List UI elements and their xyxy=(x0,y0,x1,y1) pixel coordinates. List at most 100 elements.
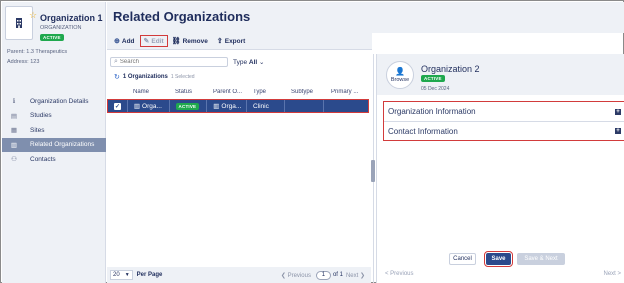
table-row[interactable]: ✓ ▥ Orga... ACTIVE ▥ Orga... Clinic xyxy=(107,99,369,113)
save-button[interactable]: Save xyxy=(484,251,513,267)
page-title: Related Organizations xyxy=(113,9,251,24)
building-icon xyxy=(16,18,22,28)
sidebar-item-related-organizations[interactable]: ▥ Related Organizations xyxy=(2,137,106,152)
detail-next-button[interactable]: Next > xyxy=(603,271,621,277)
scrollbar-thumb[interactable] xyxy=(371,160,375,182)
org-name: Organization 1 xyxy=(40,13,103,23)
header-parent[interactable]: Parent O... xyxy=(207,89,247,95)
status-badge: ACTIVE xyxy=(175,102,200,110)
previous-page-button[interactable]: ❮ Previous xyxy=(281,272,311,279)
type-filter[interactable]: Type All ⌄ xyxy=(233,58,264,66)
edit-button[interactable]: ✎ Edit xyxy=(139,35,168,47)
plus-circle-icon: ⊕ xyxy=(114,38,120,45)
header-subtype[interactable]: Subtype xyxy=(285,89,325,95)
cell-type: Clinic xyxy=(247,100,285,112)
cell-name-text: Orga... xyxy=(142,102,162,110)
edit-label: Edit xyxy=(151,37,164,45)
sidebar-item-label: Organization Details xyxy=(30,97,89,105)
sidebar-item-organization-details[interactable]: ℹ Organization Details xyxy=(2,94,106,108)
sidebar-item-studies[interactable]: ▤ Studies xyxy=(2,109,106,123)
section-title: Organization Information xyxy=(388,107,476,116)
export-button[interactable]: ⇪ Export xyxy=(214,35,248,47)
previous-label: Previous xyxy=(287,272,311,279)
app-window: ☆ Organization 1 ORGANIZATION ACTIVE Par… xyxy=(0,0,624,283)
main-content: Related Organizations ⊕ Add ✎ Edit ⛓ Rem… xyxy=(107,2,624,283)
sidebar-item-label: Sites xyxy=(30,126,45,134)
browse-avatar-button[interactable]: 👤 Browse xyxy=(386,61,414,89)
next-page-button[interactable]: Next ❯ xyxy=(346,272,365,279)
selection-summary: ↻ 1 Organizations 1 Selected xyxy=(114,73,195,81)
cell-subtype xyxy=(285,100,325,112)
sidebar: ☆ Organization 1 ORGANIZATION ACTIVE Par… xyxy=(2,2,106,283)
expand-plus-icon[interactable]: + xyxy=(615,128,621,134)
detail-previous-button[interactable]: < Previous xyxy=(385,271,414,277)
search-icon: ⌕ xyxy=(114,58,118,65)
sidebar-item-contacts[interactable]: ⚇ Contacts xyxy=(2,152,106,166)
chevron-left-icon: ❮ xyxy=(280,272,286,279)
page-of-label: of 1 xyxy=(332,272,343,278)
org-type: ORGANIZATION xyxy=(40,25,82,31)
section-organization-information[interactable]: Organization Information + xyxy=(384,102,624,121)
sidebar-item-label: Related Organizations xyxy=(30,141,95,148)
chevron-right-icon: ❯ xyxy=(359,272,365,279)
org-count: 1 Organizations xyxy=(122,74,168,80)
type-filter-label: Type xyxy=(233,59,248,66)
detail-panel: 👤 Browse Organization 2 ACTIVE 05 Dec 20… xyxy=(376,54,624,283)
row-checkbox[interactable]: ✓ xyxy=(114,102,121,110)
search-input[interactable] xyxy=(119,59,220,65)
toolbar: ⊕ Add ✎ Edit ⛓ Remove ⇪ Export xyxy=(107,33,372,50)
sidebar-item-sites[interactable]: ▦ Sites xyxy=(2,123,106,137)
export-label: Export xyxy=(224,37,246,45)
sidebar-item-label: Studies xyxy=(30,112,52,119)
detail-sections: Organization Information + Contact Infor… xyxy=(383,101,624,141)
org-parent: Parent: 1.3 Therapeutics xyxy=(7,49,68,55)
pagination: 20 ▼ Per Page ❮ Previous 1 of 1 Next ❯ xyxy=(107,267,371,283)
cell-parent: ▥ Orga... xyxy=(207,100,247,112)
organizations-table: Name Status Parent O... Type Subtype Pri… xyxy=(107,86,369,113)
header-status[interactable]: Status xyxy=(169,89,207,95)
export-icon: ⇪ xyxy=(216,38,223,45)
unlink-icon: ⛓ xyxy=(171,38,181,45)
save-next-button[interactable]: Save & Next xyxy=(517,253,565,265)
remove-button[interactable]: ⛓ Remove xyxy=(169,35,211,47)
browse-label: Browse xyxy=(390,77,410,83)
sites-icon: ▦ xyxy=(10,127,18,134)
chevron-down-icon: ⌄ xyxy=(259,59,265,66)
next-label: Next xyxy=(345,272,359,279)
building-icon: ▥ xyxy=(10,141,18,149)
section-title: Contact Information xyxy=(388,126,458,136)
per-page-label: Per Page xyxy=(136,272,163,278)
selected-count: 1 Selected xyxy=(170,74,195,80)
row-select-cell: ✓ xyxy=(108,100,128,112)
cell-name: ▥ Orga... xyxy=(128,100,170,112)
star-icon[interactable]: ☆ xyxy=(29,10,37,21)
detail-date: 05 Dec 2024 xyxy=(421,86,450,92)
refresh-icon[interactable]: ↻ xyxy=(114,73,120,81)
header-primary[interactable]: Primary ... xyxy=(325,89,369,95)
org-card: ☆ Organization 1 ORGANIZATION ACTIVE xyxy=(5,6,105,46)
table-header: Name Status Parent O... Type Subtype Pri… xyxy=(107,86,369,97)
detail-header: 👤 Browse Organization 2 ACTIVE 05 Dec 20… xyxy=(377,54,624,95)
sidebar-item-label: Contacts xyxy=(30,155,56,163)
info-icon: ℹ xyxy=(12,98,16,105)
cell-status: ACTIVE xyxy=(170,100,208,112)
page-size-select[interactable]: 20 ▼ xyxy=(110,270,133,280)
header-name[interactable]: Name xyxy=(127,89,169,95)
detail-org-name: Organization 2 xyxy=(421,64,480,74)
page-number-input[interactable]: 1 xyxy=(315,270,331,280)
cancel-button[interactable]: Cancel xyxy=(449,253,476,265)
org-address: Address: 123 xyxy=(7,59,40,65)
header-type[interactable]: Type xyxy=(247,89,285,95)
people-icon: ⚇ xyxy=(11,156,17,163)
remove-label: Remove xyxy=(182,37,208,45)
pencil-icon: ✎ xyxy=(143,38,150,45)
detail-actions: Cancel Save Save & Next xyxy=(377,251,624,267)
page-size-value: 20 xyxy=(113,272,120,278)
building-icon: ▥ xyxy=(133,103,141,110)
status-badge: ACTIVE xyxy=(40,34,64,41)
add-button[interactable]: ⊕ Add xyxy=(111,35,138,47)
search-box[interactable]: ⌕ xyxy=(110,57,228,67)
chevron-down-icon: ▼ xyxy=(124,272,130,278)
section-contact-information[interactable]: Contact Information + xyxy=(384,121,624,140)
expand-plus-icon[interactable]: + xyxy=(615,108,621,115)
